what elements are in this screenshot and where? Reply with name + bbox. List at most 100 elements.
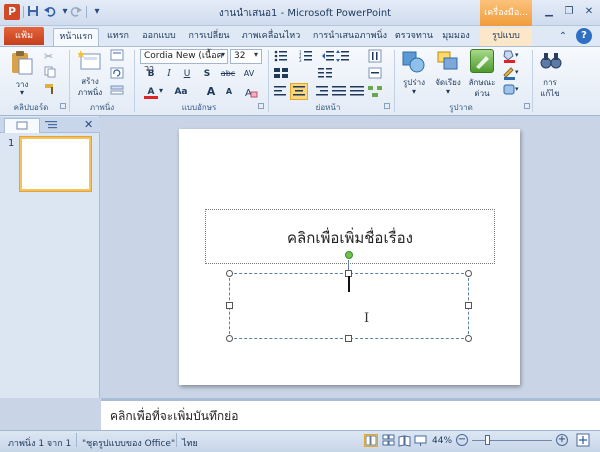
clipboard-launcher-icon[interactable] [60,103,66,109]
numbering-icon[interactable]: 123 [299,49,313,63]
arrange-dropdown-icon[interactable]: ▾ [442,87,454,96]
layout-icon[interactable] [110,49,124,61]
drawing-launcher-icon[interactable] [524,103,530,109]
font-launcher-icon[interactable] [258,103,264,109]
minimize-icon[interactable]: ▁ [540,4,558,20]
align-left-icon[interactable] [274,85,288,98]
customize-qat-icon[interactable]: ▾ [90,5,104,19]
font-size-dropdown-icon[interactable]: ▾ [254,50,258,59]
resize-handle-b[interactable] [345,335,352,342]
minimize-ribbon-icon[interactable]: ⌃ [556,30,570,44]
find-button[interactable] [540,50,562,72]
title-placeholder-text[interactable]: คลิกเพื่อเพิ่มชื่อเรื่อง [205,226,495,250]
resize-handle-br[interactable] [465,335,472,342]
resize-handle-tr[interactable] [465,270,472,277]
change-case-button[interactable]: Aa [172,85,190,99]
theme-status[interactable]: "ชุดรูปแบบของ Office" [82,436,175,450]
tab-slideshow[interactable]: การนำเสนอภาพนิ่ง [308,28,392,46]
paste-dropdown-icon[interactable]: ▾ [16,88,28,97]
font-name-combo[interactable]: Cordia New (เนื้อควา [140,49,228,74]
indent-icon[interactable] [274,67,288,79]
zoom-slider-thumb[interactable] [485,435,491,445]
language-status[interactable]: ไทย [182,436,198,450]
align-right-icon[interactable] [314,85,328,98]
slides-tab[interactable] [4,118,40,133]
tab-review[interactable]: ตรวจทาน [394,28,434,46]
arrange-button[interactable] [436,50,460,74]
maximize-icon[interactable]: ❐ [560,4,578,20]
slideshow-view-icon[interactable] [414,434,427,447]
help-icon[interactable]: ? [576,28,592,44]
underline-button[interactable]: U [180,67,194,81]
paste-button[interactable] [10,50,34,76]
tab-view[interactable]: มุมมอง [436,28,476,46]
shapes-button[interactable] [402,50,426,74]
shape-outline-icon[interactable]: ▾ [502,66,520,80]
new-slide-label-2: ภาพนิ่ง [77,88,103,97]
fit-slide-icon[interactable] [576,433,590,447]
tab-insert[interactable]: แทรก [102,28,134,46]
grow-font-button[interactable]: A [204,85,218,99]
section-icon[interactable] [110,84,124,96]
font-name-dropdown-icon[interactable]: ▾ [221,50,225,59]
group-separator [532,50,533,112]
reading-view-icon[interactable] [398,434,411,447]
line-spacing-icon[interactable] [336,49,350,63]
align-text-icon[interactable] [368,67,382,79]
font-color-dropdown-icon[interactable]: ▾ [159,86,163,95]
tab-animations[interactable]: ภาพเคลื่อนไหว [236,28,306,46]
bold-button[interactable]: B [144,67,158,81]
zoom-out-icon[interactable]: − [456,434,468,446]
powerpoint-logo-icon[interactable]: P [4,4,20,20]
resize-handle-bl[interactable] [226,335,233,342]
cut-icon[interactable]: ✂ [44,50,53,63]
clear-formatting-icon[interactable]: A [244,85,258,99]
text-direction-icon[interactable] [368,49,382,63]
normal-view-icon[interactable] [364,434,378,447]
paragraph-launcher-icon[interactable] [384,103,390,109]
decrease-indent-icon[interactable] [322,49,334,63]
tab-home[interactable]: หน้าแรก [53,28,99,46]
copy-icon[interactable] [44,66,56,78]
zoom-slider-track[interactable] [472,440,552,441]
notes-placeholder[interactable]: คลิกเพื่อที่จะเพิ่มบันทึกย่อ [110,407,238,426]
shapes-dropdown-icon[interactable]: ▾ [408,87,420,96]
outline-tab-icon[interactable] [44,119,58,131]
bullets-icon[interactable] [274,49,288,63]
zoom-level[interactable]: 44% [432,436,452,446]
italic-button[interactable]: I [162,67,176,81]
rotation-handle[interactable] [345,251,353,259]
tab-transitions[interactable]: การเปลี่ยน [184,28,234,46]
tab-file[interactable]: แฟ้ม [4,27,44,45]
resize-handle-tl[interactable] [226,270,233,277]
resize-handle-l[interactable] [226,302,233,309]
font-color-button[interactable]: A [144,85,158,99]
save-icon[interactable] [27,5,41,19]
tab-format[interactable]: รูปแบบ [480,28,532,46]
qat-separator [23,6,24,18]
columns-icon[interactable] [318,67,332,79]
strikethrough-button[interactable]: abc [218,67,238,81]
align-center-button[interactable] [290,83,308,100]
shrink-font-button[interactable]: A [222,85,236,99]
shape-fill-icon[interactable]: ▾ [502,49,520,63]
text-shadow-button[interactable]: S [200,67,214,81]
shape-effects-icon[interactable]: ▾ [502,83,520,97]
character-spacing-button[interactable]: AV [240,67,258,81]
reset-slide-icon[interactable] [110,67,124,79]
tab-design[interactable]: ออกแบบ [136,28,182,46]
close-pane-icon[interactable]: ✕ [84,118,93,131]
close-icon[interactable]: ✕ [580,4,598,20]
zoom-in-icon[interactable]: + [556,434,568,446]
resize-handle-r[interactable] [465,302,472,309]
convert-to-smartart-icon[interactable] [368,85,382,98]
justify-icon[interactable] [332,85,346,98]
new-slide-button[interactable] [78,50,102,72]
format-painter-icon[interactable] [44,83,57,95]
slide-thumbnail[interactable] [20,137,91,191]
quick-styles-button[interactable] [470,49,494,73]
distributed-icon[interactable] [350,85,364,98]
undo-icon[interactable] [44,5,58,19]
redo-icon[interactable] [70,5,84,19]
slide-sorter-icon[interactable] [382,434,395,447]
